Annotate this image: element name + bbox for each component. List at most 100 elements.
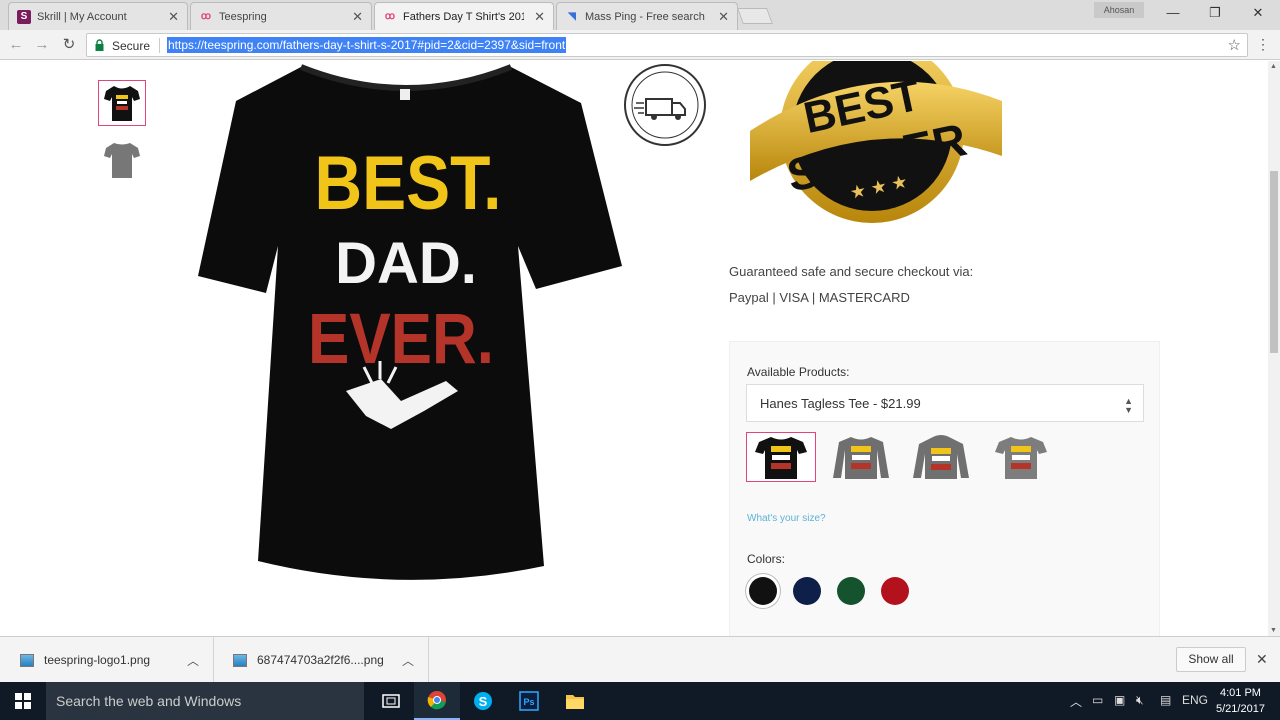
- photoshop-icon[interactable]: Ps: [506, 682, 552, 720]
- color-swatch-black[interactable]: [749, 577, 777, 605]
- chevron-up-icon[interactable]: ︿: [187, 652, 199, 669]
- download-bar: teespring-logo1.png ︿ 687474703a2f2f6...…: [0, 636, 1280, 683]
- restore-icon[interactable]: ❐: [1200, 4, 1230, 22]
- secure-label: Secure: [112, 39, 151, 53]
- scroll-down-icon[interactable]: ▼: [1270, 627, 1277, 634]
- size-guide-link[interactable]: What's your size?: [747, 513, 826, 524]
- color-swatch-navy[interactable]: [793, 577, 821, 605]
- back-icon[interactable]: ←: [6, 36, 26, 54]
- thumbnail-back[interactable]: [98, 137, 146, 183]
- color-swatch-green[interactable]: [837, 577, 865, 605]
- close-tab-icon[interactable]: ✕: [168, 9, 179, 25]
- product-page: BEST. DAD. EVER. BEST SELLER ★ ★ ★ Guara…: [0, 61, 1268, 636]
- best-seller-badge: BEST SELLER ★ ★ ★: [750, 61, 1002, 223]
- payment-methods: Paypal | VISA | MASTERCARD: [729, 290, 910, 305]
- reload-icon[interactable]: ↻: [59, 36, 79, 54]
- tab-mass-ping[interactable]: ◥ Mass Ping - Free search ✕: [556, 2, 738, 30]
- svg-text:S: S: [479, 694, 488, 709]
- tab-title: Fathers Day T Shirt's 201: [403, 10, 525, 23]
- skrill-icon: S: [17, 9, 31, 24]
- windows-taskbar: Search the web and Windows S Ps ︿ ▭ ▣ 🔇︎…: [0, 682, 1280, 720]
- close-window-icon[interactable]: ✕: [1243, 4, 1273, 22]
- download-item[interactable]: teespring-logo1.png ︿: [0, 637, 214, 683]
- system-clock[interactable]: 4:01 PM 5/21/2017: [1216, 685, 1265, 717]
- clock-time: 4:01 PM: [1219, 687, 1261, 699]
- lock-icon: [95, 39, 104, 51]
- tab-title: Teespring: [219, 10, 267, 23]
- url-text[interactable]: https://teespring.com/fathers-day-t-shir…: [167, 37, 567, 53]
- action-center-icon[interactable]: ▤: [1160, 693, 1171, 707]
- available-products-label: Available Products:: [747, 365, 850, 379]
- hoodie-icon: [913, 435, 969, 479]
- profile-button[interactable]: Ahosan: [1094, 2, 1144, 18]
- svg-text:Ps: Ps: [523, 697, 534, 707]
- close-tab-icon[interactable]: ✕: [534, 9, 545, 25]
- tshirt-icon: [755, 437, 807, 479]
- variant-grey-tee[interactable]: [986, 432, 1056, 482]
- download-item[interactable]: 687474703a2f2f6....png ︿: [215, 637, 429, 683]
- teespring-icon: ꝏ: [384, 11, 396, 22]
- volume-icon[interactable]: 🔇︎: [1136, 693, 1144, 708]
- guarantee-text: Guaranteed safe and secure checkout via:: [729, 264, 974, 279]
- start-button[interactable]: [0, 682, 46, 720]
- browser-toolbar: ← → ↻ Secure https://teespring.com/fathe…: [0, 30, 1280, 60]
- minimize-icon[interactable]: —: [1158, 4, 1188, 22]
- skype-icon[interactable]: S: [460, 682, 506, 720]
- menu-icon[interactable]: ⋮: [1256, 36, 1270, 53]
- rush-shipping-badge: [624, 64, 706, 146]
- teespring-icon: ꝏ: [200, 11, 212, 22]
- product-select-value: Hanes Tagless Tee - $21.99: [760, 396, 921, 411]
- separator: [159, 38, 160, 53]
- tshirt-thumb-icon: [104, 86, 140, 121]
- shirt-print-dad: DAD.: [335, 231, 477, 296]
- scrollbar-thumb[interactable]: [1270, 171, 1278, 353]
- tab-title: Mass Ping - Free search: [585, 10, 705, 23]
- forward-icon[interactable]: →: [32, 36, 52, 54]
- select-arrows-icon: ▲ ▼: [1124, 396, 1133, 415]
- tab-teespring[interactable]: ꝏ Teespring ✕: [190, 2, 372, 30]
- tray-chevron-icon[interactable]: ︿: [1070, 693, 1082, 710]
- tshirt-icon: [995, 437, 1047, 479]
- windows-logo-icon: [15, 693, 31, 709]
- product-select[interactable]: Hanes Tagless Tee - $21.99 ▲ ▼: [746, 384, 1144, 422]
- close-icon[interactable]: ✕: [1256, 651, 1268, 668]
- file-explorer-icon[interactable]: [552, 682, 598, 720]
- chrome-icon[interactable]: [414, 682, 460, 720]
- variant-grey-longsleeve[interactable]: [826, 432, 896, 482]
- network-icon[interactable]: ▣: [1114, 693, 1125, 707]
- variant-black-tee[interactable]: [746, 432, 816, 482]
- page-scrollbar[interactable]: ▲ ▼: [1268, 61, 1280, 636]
- close-tab-icon[interactable]: ✕: [718, 9, 729, 25]
- image-file-icon: [20, 653, 34, 667]
- address-bar[interactable]: Secure https://teespring.com/fathers-day…: [86, 33, 1248, 57]
- tshirt-back-thumb-icon: [104, 143, 140, 178]
- colors-label: Colors:: [747, 552, 786, 566]
- shirt-print-ever: EVER.: [308, 300, 494, 379]
- scroll-up-icon[interactable]: ▲: [1270, 63, 1277, 70]
- show-all-button[interactable]: Show all: [1176, 647, 1246, 672]
- ping-icon: ◥: [568, 11, 576, 22]
- shirt-print-best: BEST.: [314, 142, 501, 226]
- task-view-icon[interactable]: [368, 682, 414, 720]
- color-swatch-red[interactable]: [881, 577, 909, 605]
- tray-device-icon[interactable]: ▭: [1092, 693, 1103, 707]
- chevron-up-icon[interactable]: ︿: [402, 652, 414, 669]
- main-product-image: BEST. DAD. EVER.: [198, 64, 622, 580]
- clock-date: 5/21/2017: [1216, 703, 1265, 715]
- longsleeve-icon: [833, 437, 889, 479]
- download-filename: 687474703a2f2f6....png: [257, 653, 384, 667]
- close-tab-icon[interactable]: ✕: [352, 9, 363, 25]
- language-indicator[interactable]: ENG: [1182, 693, 1208, 707]
- bookmark-star-icon[interactable]: ☆: [1228, 36, 1241, 54]
- tab-title: Skrill | My Account: [37, 10, 127, 23]
- download-filename: teespring-logo1.png: [44, 653, 151, 667]
- tab-fathers-day[interactable]: ꝏ Fathers Day T Shirt's 201 ✕: [374, 2, 554, 30]
- product-options-panel: Available Products: Hanes Tagless Tee - …: [729, 341, 1160, 636]
- browser-tab-strip: S Skrill | My Account ✕ ꝏ Teespring ✕ ꝏ …: [0, 0, 1280, 30]
- tab-skrill[interactable]: S Skrill | My Account ✕: [8, 2, 188, 30]
- new-tab-button[interactable]: [737, 8, 773, 24]
- variant-grey-hoodie[interactable]: [906, 432, 976, 482]
- thumbnail-front[interactable]: [98, 80, 146, 126]
- image-file-icon: [233, 653, 247, 667]
- taskbar-search[interactable]: Search the web and Windows: [46, 682, 364, 720]
